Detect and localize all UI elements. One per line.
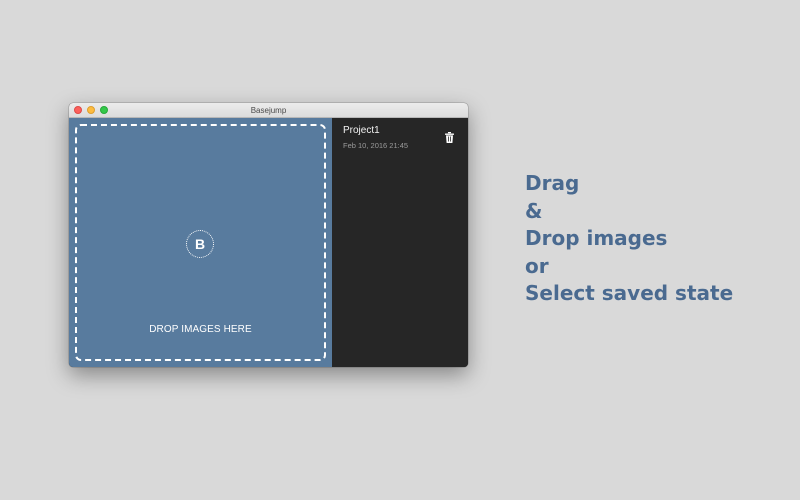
promo-line-select-saved-state: Select saved state (525, 281, 734, 305)
trash-icon[interactable] (445, 132, 454, 143)
saved-state-item[interactable]: Project1 Feb 10, 2016 21:45 (332, 118, 468, 154)
promo-line-drop-images: Drop images (525, 226, 668, 250)
saved-state-name: Project1 (343, 125, 380, 136)
app-window: Basejump B DROP IMAGES HERE Project1 Feb… (69, 103, 468, 367)
basejump-logo-icon: B (186, 230, 214, 258)
window-title: Basejump (250, 106, 287, 115)
desktop-background: Basejump B DROP IMAGES HERE Project1 Feb… (0, 0, 800, 500)
drop-images-label: DROP IMAGES HERE (149, 324, 252, 335)
promo-text: Drag & Drop images or Select saved state (525, 170, 733, 308)
promo-line-ampersand: & (525, 198, 543, 223)
saved-states-sidebar: Project1 Feb 10, 2016 21:45 (332, 118, 468, 367)
promo-line-drag: Drag (525, 171, 580, 195)
promo-line-or: or (525, 253, 549, 278)
image-drop-zone[interactable]: B DROP IMAGES HERE (69, 118, 332, 367)
title-bar[interactable]: Basejump (69, 103, 468, 118)
logo-letter: B (194, 236, 206, 252)
saved-state-date: Feb 10, 2016 21:45 (343, 141, 409, 150)
